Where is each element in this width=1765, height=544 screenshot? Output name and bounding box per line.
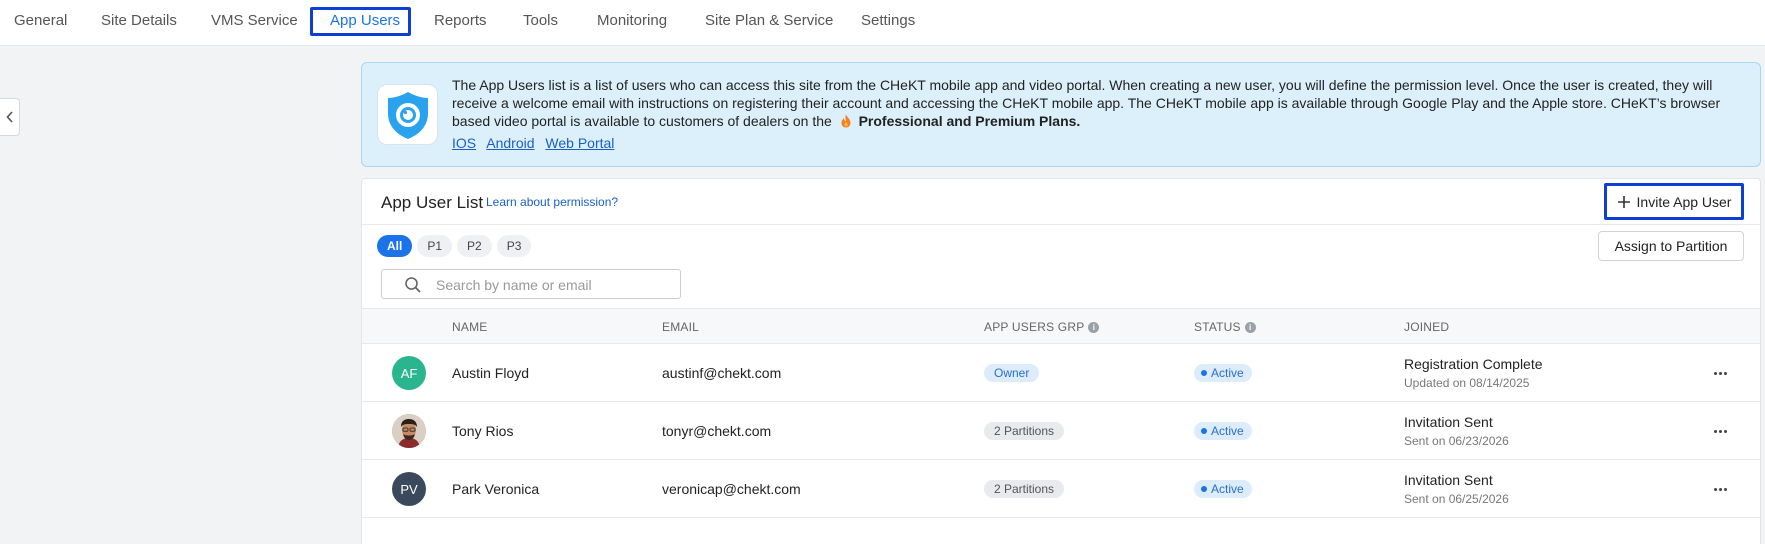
tab-site-plan-service[interactable]: Site Plan & Service (705, 0, 833, 42)
status-badge: Active (1194, 480, 1252, 498)
joined-date: Updated on 08/14/2025 (1404, 376, 1530, 390)
header-status: STATUS i (1194, 320, 1256, 334)
user-email: veronicap@chekt.com (662, 481, 801, 497)
tab-vms-service[interactable]: VMS Service (211, 0, 298, 42)
more-options-icon[interactable] (1707, 480, 1733, 498)
banner-description: The App Users list is a list of users wh… (452, 76, 1742, 132)
fire-icon (840, 114, 852, 132)
status-dot-icon (1201, 428, 1207, 434)
android-link[interactable]: Android (486, 135, 534, 151)
status-dot-icon (1201, 486, 1207, 492)
shield-eye-logo-icon (377, 84, 438, 145)
header-joined-label: JOINED (1404, 320, 1450, 334)
assign-to-partition-button[interactable]: Assign to Partition (1598, 231, 1744, 261)
avatar (392, 414, 426, 448)
status-badge: Active (1194, 422, 1252, 440)
plans-text: Professional and Premium Plans. (858, 113, 1081, 129)
group-badge: 2 Partitions (984, 422, 1065, 440)
learn-permission-link[interactable]: Learn about permission? (486, 195, 618, 209)
group-badge: 2 Partitions (984, 480, 1065, 498)
invite-app-user-button[interactable]: Invite App User (1604, 183, 1744, 220)
info-icon[interactable]: i (1244, 321, 1256, 333)
invite-button-label: Invite App User (1636, 193, 1732, 210)
group-badge: Owner (984, 364, 1040, 382)
search-input[interactable] (436, 275, 671, 295)
user-email: austinf@chekt.com (662, 365, 782, 381)
app-user-list-card: App User List Learn about permission? In… (361, 178, 1761, 544)
avatar: PV (392, 472, 426, 506)
web-portal-link[interactable]: Web Portal (545, 135, 614, 151)
status-label: Active (1211, 366, 1244, 380)
header-email-label: EMAIL (662, 320, 700, 334)
banner-text: The App Users list is a list of users wh… (452, 77, 1721, 129)
filter-p3[interactable]: P3 (496, 235, 532, 257)
card-title: App User List (381, 193, 484, 212)
user-name: Austin Floyd (452, 365, 530, 381)
tab-settings[interactable]: Settings (861, 0, 915, 42)
header-joined: JOINED (1404, 320, 1449, 334)
filter-p2[interactable]: P2 (457, 235, 492, 257)
table-header: NAME EMAIL APP USERS GRP i STATUS i JOINED (362, 308, 1760, 344)
joined-status: Invitation Sent (1404, 414, 1493, 430)
header-name: NAME (452, 320, 487, 334)
info-banner: The App Users list is a list of users wh… (361, 62, 1761, 167)
filter-p1[interactable]: P1 (417, 235, 453, 257)
tab-general[interactable]: General (14, 0, 67, 42)
table-row[interactable]: Tony Rios tonyr@chekt.com 2 Partitions A… (362, 402, 1760, 460)
table-row[interactable]: AF Austin Floyd austinf@chekt.com Owner … (362, 344, 1760, 402)
tab-tools[interactable]: Tools (523, 0, 558, 42)
header-email: EMAIL (662, 320, 699, 334)
joined-status: Registration Complete (1404, 356, 1543, 372)
card-header: App User List Learn about permission? In… (362, 179, 1760, 225)
tab-reports[interactable]: Reports (434, 0, 487, 42)
more-options-icon[interactable] (1707, 364, 1733, 382)
search-box (381, 269, 681, 299)
partition-filters: All P1 P2 P3 (377, 235, 532, 257)
banner-links: IOS Android Web Portal (452, 135, 621, 151)
joined-status: Invitation Sent (1404, 472, 1493, 488)
header-status-label: STATUS (1194, 320, 1241, 334)
user-photo-icon (392, 414, 426, 448)
status-label: Active (1211, 424, 1244, 438)
tab-site-details[interactable]: Site Details (101, 0, 177, 42)
top-nav: General Site Details VMS Service App Use… (0, 0, 1765, 46)
user-email: tonyr@chekt.com (662, 423, 772, 439)
more-options-icon[interactable] (1707, 422, 1733, 440)
plus-icon (1617, 195, 1630, 208)
chevron-left-icon (5, 111, 13, 123)
info-icon[interactable]: i (1088, 321, 1100, 333)
user-name: Tony Rios (452, 423, 514, 439)
table-row[interactable]: PV Park Veronica veronicap@chekt.com 2 P… (362, 460, 1760, 518)
status-dot-icon (1201, 370, 1207, 376)
tab-monitoring[interactable]: Monitoring (597, 0, 667, 42)
header-group: APP USERS GRP i (984, 320, 1100, 334)
search-icon (405, 277, 421, 293)
header-name-label: NAME (452, 320, 488, 334)
user-name: Park Veronica (452, 481, 540, 497)
active-tab-highlight (310, 7, 411, 36)
joined-date: Sent on 06/23/2026 (1404, 434, 1509, 448)
status-badge: Active (1194, 364, 1252, 382)
header-group-label: APP USERS GRP (984, 320, 1085, 334)
ios-link[interactable]: IOS (452, 135, 476, 151)
joined-date: Sent on 06/25/2026 (1404, 492, 1509, 506)
avatar: AF (392, 356, 426, 390)
sidebar-collapse-button[interactable] (0, 98, 20, 136)
status-label: Active (1211, 482, 1244, 496)
filter-all[interactable]: All (377, 235, 413, 257)
